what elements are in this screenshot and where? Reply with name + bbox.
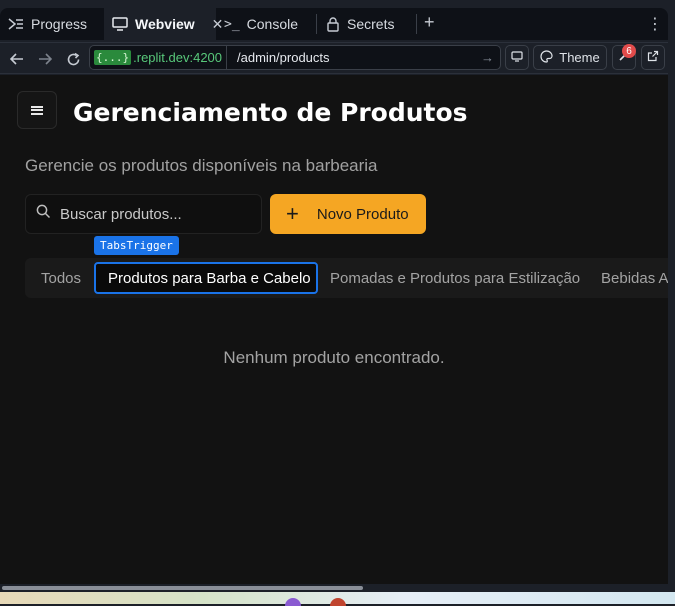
url-host: {...} .replit.dev:4200 — [90, 46, 228, 69]
scrollbar-thumb[interactable] — [2, 586, 363, 590]
category-tabs: Todos Produtos para Barba e Cabelo Pomad… — [25, 258, 668, 298]
tab-webview[interactable]: Webview ✕ — [104, 8, 223, 40]
tab-divider — [416, 14, 417, 34]
back-icon[interactable] — [7, 49, 27, 69]
url-host-text: .replit.dev:4200 — [133, 50, 223, 65]
url-badge: {...} — [94, 50, 132, 65]
taskbar-app-icon[interactable] — [285, 598, 301, 606]
more-menu-icon[interactable]: ⋮ — [647, 14, 663, 34]
go-arrow-icon[interactable]: → — [481, 50, 494, 65]
tab-progress[interactable]: Progress — [0, 8, 104, 40]
terminal-icon: >_ — [224, 16, 240, 32]
ide-tab-bar: Progress Webview ✕ >_ Console Secrets + … — [0, 0, 675, 43]
page-title: Gerenciamento de Produtos — [73, 98, 468, 127]
webview-content: Gerenciamento de Produtos Gerencie os pr… — [0, 75, 668, 584]
theme-label: Theme — [559, 50, 600, 65]
page-subtitle: Gerencie os produtos disponíveis na barb… — [25, 156, 378, 175]
search-input[interactable] — [60, 205, 250, 223]
hamburger-icon — [31, 104, 43, 116]
tab-label: Secrets — [347, 16, 395, 32]
tab-barba-cabelo[interactable]: Produtos para Barba e Cabelo — [94, 262, 318, 294]
monitor-icon — [112, 17, 128, 31]
search-icon — [36, 204, 51, 224]
progress-icon — [8, 17, 24, 31]
url-path: /admin/products — [237, 50, 330, 65]
tab-bebidas[interactable]: Bebidas Alcoólicas — [589, 262, 668, 294]
forward-icon[interactable] — [35, 49, 55, 69]
tab-label: Progress — [31, 16, 88, 32]
lock-icon — [326, 16, 340, 32]
taskbar-app-icon[interactable] — [330, 598, 346, 606]
notification-badge: 6 — [622, 44, 636, 58]
component-tooltip: TabsTrigger — [94, 236, 179, 255]
devices-button[interactable] — [505, 45, 529, 70]
horizontal-scrollbar[interactable] — [0, 584, 668, 592]
external-link-icon — [647, 50, 659, 65]
plus-icon: + — [286, 201, 299, 226]
tab-label: Webview — [135, 16, 195, 32]
url-field[interactable]: {...} .replit.dev:4200 /admin/products → — [89, 45, 501, 70]
tab-todos[interactable]: Todos — [29, 262, 93, 294]
hamburger-menu-button[interactable] — [17, 91, 57, 129]
tab-divider — [316, 14, 317, 34]
new-product-button[interactable]: + Novo Produto — [270, 194, 426, 234]
tab-console[interactable]: >_ Console — [216, 8, 316, 40]
palette-icon — [540, 49, 553, 66]
search-box[interactable] — [25, 194, 262, 234]
tab-label: Console — [246, 16, 299, 32]
open-external-button[interactable] — [641, 45, 665, 70]
window-edge — [668, 0, 675, 604]
screen-icon — [511, 50, 523, 65]
tab-secrets[interactable]: Secrets — [318, 8, 416, 40]
new-product-label: Novo Produto — [316, 205, 409, 223]
new-tab-icon[interactable]: + — [424, 12, 435, 33]
theme-button[interactable]: Theme — [533, 45, 607, 70]
empty-state-message: Nenhum produto encontrado. — [223, 348, 445, 367]
tab-pomadas[interactable]: Pomadas e Produtos para Estilização — [318, 262, 592, 294]
address-bar: {...} .replit.dev:4200 /admin/products →… — [0, 43, 668, 74]
reload-icon[interactable] — [63, 49, 83, 69]
desktop-strip — [0, 592, 675, 606]
